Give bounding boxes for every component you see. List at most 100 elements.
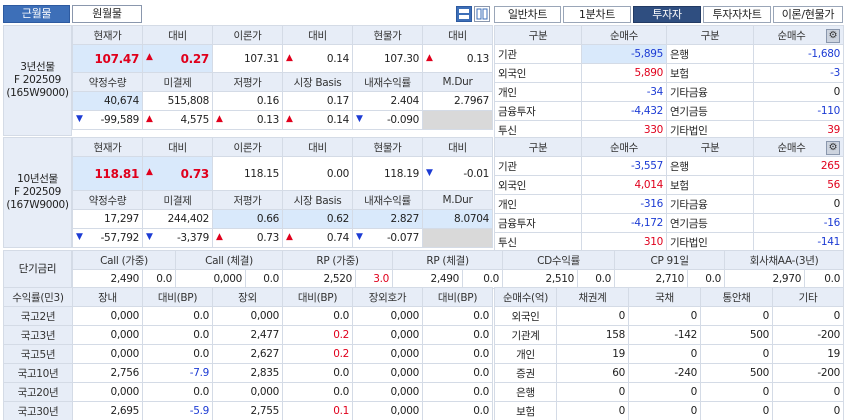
spot-diff: ▲ 0.13 bbox=[422, 44, 493, 73]
investor-value: 310 bbox=[581, 232, 667, 252]
short-rate-label: 단기금리 bbox=[3, 250, 72, 288]
market-basis: 0.17 bbox=[282, 91, 353, 111]
mdur-diff bbox=[422, 228, 493, 248]
yield-cell: 0.0 bbox=[142, 325, 213, 345]
netbuy-cell: 0 bbox=[628, 382, 701, 402]
netbuy-cell: 0 bbox=[772, 401, 844, 420]
mdur-diff bbox=[422, 110, 493, 130]
price-diff: ▲ 0.73 bbox=[142, 156, 213, 191]
tab-general-chart[interactable]: 일반차트 bbox=[494, 6, 561, 23]
bond-name: 국고5년 bbox=[3, 344, 73, 364]
hdr-category: 구분 bbox=[494, 137, 582, 157]
investor-name: 기타금융 bbox=[666, 82, 754, 102]
open-interest-diff: ▼ -3,379 bbox=[142, 228, 213, 248]
hdr-spot-diff: 대비 bbox=[422, 137, 493, 157]
hdr-implied-yield: 내재수익률 bbox=[352, 72, 423, 92]
netbuy-cell: 500 bbox=[700, 363, 773, 383]
rate-diff: 3.0 bbox=[355, 269, 394, 289]
netbuy-cell: -142 bbox=[628, 325, 701, 345]
yield-cell: 0.0 bbox=[142, 344, 213, 364]
up-arrow-icon: ▲ bbox=[216, 114, 223, 124]
hdr-spot: 현물가 bbox=[352, 25, 423, 45]
basis-diff: ▲ 0.74 bbox=[282, 228, 353, 248]
investor-value: -3,557 bbox=[581, 156, 667, 176]
yield-cell: 2,835 bbox=[212, 363, 283, 383]
rate-value: 2,970 bbox=[724, 269, 806, 289]
hdr-bp: 대비(BP) bbox=[142, 287, 213, 307]
layout-grid-icon[interactable] bbox=[456, 6, 472, 22]
investor-value: 0 bbox=[753, 194, 844, 214]
yield-cell: 0,000 bbox=[72, 325, 143, 345]
investor-table-10y: 구분 순매수 구분 순매수 ⚙ 기관 -3,557 은행 265 외국인 4,014 보험… bbox=[494, 137, 844, 252]
yield-cell: 0,000 bbox=[72, 382, 143, 402]
investor-value: -34 bbox=[581, 82, 667, 102]
hdr-diff: 대비 bbox=[142, 25, 213, 45]
yield-cell: 0,000 bbox=[212, 306, 283, 326]
hdr-other: 기타 bbox=[772, 287, 844, 307]
volume-diff: ▼ -57,792 bbox=[72, 228, 143, 248]
futures-table-3y: 현재가 대비 이론가 대비 현물가 대비 107.47 ▲ 0.27 107.31… bbox=[72, 25, 493, 130]
netbuy-cell: 60 bbox=[556, 363, 629, 383]
current-price: 107.47 bbox=[72, 44, 143, 73]
hdr-call-traded: Call (체결) bbox=[175, 250, 284, 270]
investor-value: -4,172 bbox=[581, 213, 667, 233]
basis-diff: ▲ 0.14 bbox=[282, 110, 353, 130]
volume-diff: ▼ -99,589 bbox=[72, 110, 143, 130]
down-arrow-icon: ▼ bbox=[356, 232, 363, 242]
tab-investor[interactable]: 투자자 bbox=[633, 6, 701, 23]
settings-gear-icon[interactable]: ⚙ bbox=[826, 28, 840, 43]
layout-split-icon[interactable] bbox=[474, 6, 490, 22]
netbuy-cell: 0 bbox=[556, 382, 629, 402]
hdr-spot-diff: 대비 bbox=[422, 25, 493, 45]
tab-theory-spot[interactable]: 이론/현물가 bbox=[773, 6, 843, 23]
spot-price: 118.19 bbox=[352, 156, 423, 191]
netbuy-cell: 0 bbox=[628, 401, 701, 420]
investor-name: 개인 bbox=[494, 194, 582, 214]
rate-diff: 0.0 bbox=[141, 269, 177, 289]
netbuy-cell: 19 bbox=[556, 344, 629, 364]
hdr-price: 현재가 bbox=[72, 25, 143, 45]
open-interest-diff: ▲ 4,575 bbox=[142, 110, 213, 130]
investor-value: 265 bbox=[753, 156, 844, 176]
hdr-onexchange: 장내 bbox=[72, 287, 143, 307]
hdr-category: 구분 bbox=[666, 137, 754, 157]
investor-name: 외국인 bbox=[494, 63, 582, 83]
yield-cell: 0.0 bbox=[142, 382, 213, 402]
hdr-govt-bond: 국채 bbox=[628, 287, 701, 307]
theory-diff: ▲ 0.14 bbox=[282, 44, 353, 73]
hdr-volume: 약정수량 bbox=[72, 190, 143, 210]
open-interest: 244,402 bbox=[142, 209, 213, 229]
netbuy-cell: 19 bbox=[772, 344, 844, 364]
investor-value: 4,014 bbox=[581, 175, 667, 195]
theory-price: 107.31 bbox=[212, 44, 283, 73]
market-basis: 0.62 bbox=[282, 209, 353, 229]
hdr-theory: 이론가 bbox=[212, 25, 283, 45]
tab-far-month[interactable]: 원월물 bbox=[72, 5, 142, 23]
down-arrow-icon: ▼ bbox=[76, 114, 83, 124]
hdr-spot: 현물가 bbox=[352, 137, 423, 157]
theory-price: 118.15 bbox=[212, 156, 283, 191]
yield-cell: 0,000 bbox=[72, 306, 143, 326]
netbuy-investor: 개인 bbox=[494, 344, 557, 364]
hdr-cd-yield: CD수익률 bbox=[502, 250, 616, 270]
settings-gear-icon[interactable]: ⚙ bbox=[826, 140, 840, 155]
tab-1min-chart[interactable]: 1분차트 bbox=[563, 6, 631, 23]
volume: 40,674 bbox=[72, 91, 143, 111]
yield-cell: 0.0 bbox=[142, 306, 213, 326]
hdr-price: 현재가 bbox=[72, 137, 143, 157]
investor-value: 56 bbox=[753, 175, 844, 195]
hdr-netbuy: 순매수 ⚙ bbox=[753, 137, 844, 157]
hdr-yield: 수익률(민3) bbox=[3, 287, 73, 307]
hdr-msb: 통안채 bbox=[700, 287, 773, 307]
hdr-cp-91: CP 91일 bbox=[614, 250, 726, 270]
tab-investor-chart[interactable]: 투자자차트 bbox=[703, 6, 771, 23]
investor-name: 금융투자 bbox=[494, 101, 582, 121]
hdr-mdur: M.Dur bbox=[422, 190, 493, 210]
rate-diff: 0.0 bbox=[804, 269, 845, 289]
hdr-open-interest: 미결제 bbox=[142, 190, 213, 210]
yield-cell: 0.0 bbox=[282, 363, 353, 383]
hdr-theory-diff: 대비 bbox=[282, 25, 353, 45]
investor-value: 0 bbox=[753, 82, 844, 102]
investor-value: -4,432 bbox=[581, 101, 667, 121]
tab-near-month[interactable]: 근월물 bbox=[3, 5, 70, 23]
